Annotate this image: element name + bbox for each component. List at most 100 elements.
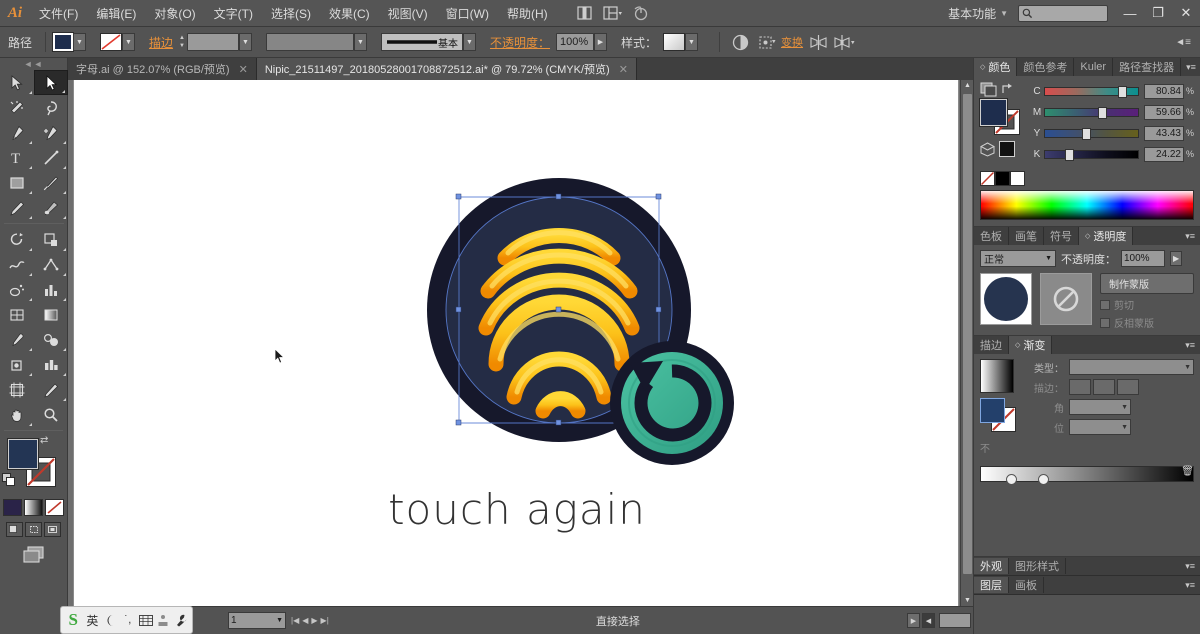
channel-thumb-k[interactable] [1064, 148, 1074, 161]
paintbrush-tool[interactable] [34, 170, 68, 195]
moon-icon[interactable] [102, 610, 118, 630]
magic-wand-tool[interactable] [0, 95, 34, 120]
color-mode-button[interactable] [3, 499, 22, 516]
first-artboard-icon[interactable]: |◀ [291, 616, 299, 625]
gradient-stop-1[interactable] [1006, 474, 1018, 485]
stroke-weight-dropdown-icon[interactable]: ▼ [238, 33, 252, 51]
transform-label[interactable]: 变换 [781, 32, 803, 52]
menu-window[interactable]: 窗口(W) [437, 1, 498, 26]
horizontal-scroll-arrows[interactable]: ▶ ◀ [907, 613, 935, 628]
fingerprint-illustration[interactable] [404, 165, 784, 485]
transform-icon[interactable] [755, 32, 777, 52]
keyboard-icon[interactable] [138, 610, 154, 630]
delete-stop-icon[interactable]: 🗑 [1181, 466, 1194, 477]
none-swatch[interactable] [980, 171, 995, 186]
stroke-weight-stepper[interactable]: ▲ ▼ [179, 34, 185, 50]
opacity-stepper-icon[interactable]: ▶ [1170, 251, 1183, 266]
bridge-icon[interactable] [573, 3, 597, 23]
stroke-color-control[interactable]: ▼ [100, 33, 142, 51]
artboard-tool[interactable] [0, 377, 34, 402]
artboard-navigation[interactable]: |◀ ◀ ▶ ▶| [291, 616, 329, 625]
artboard-number-field[interactable]: 1 ▼ [228, 612, 286, 629]
scroll-down-icon[interactable]: ▼ [964, 597, 971, 604]
channel-thumb-m[interactable] [1098, 106, 1107, 119]
hand-tool[interactable] [0, 402, 34, 427]
wrench-icon[interactable] [173, 610, 189, 630]
selection-tool[interactable] [0, 70, 34, 95]
stock-icon[interactable] [629, 3, 653, 23]
menu-help[interactable]: 帮助(H) [498, 1, 557, 26]
tab-layers[interactable]: 图层 [974, 577, 1009, 593]
symbol-sprayer-tool[interactable] [0, 277, 34, 302]
menu-file[interactable]: 文件(F) [30, 1, 87, 26]
channel-slider-m[interactable] [1044, 106, 1139, 119]
panel-menu-icon[interactable]: ▾≡ [1181, 58, 1200, 76]
menu-edit[interactable]: 编辑(E) [87, 1, 145, 26]
panel-menu-icon[interactable]: ▾≡ [1180, 580, 1200, 591]
swap-proxy-icon[interactable] [1000, 82, 1017, 97]
make-mask-button[interactable]: 制作蒙版 [1100, 273, 1194, 294]
minimize-button[interactable]: — [1116, 0, 1144, 26]
canvas-area[interactable]: touch again [68, 80, 973, 606]
tab-brushes[interactable]: 画笔 [1009, 227, 1044, 245]
tab-artboards[interactable]: 画板 [1009, 577, 1044, 593]
sogou-ime-toolbar[interactable]: S 英 ˙, [60, 606, 193, 634]
variable-width-profile-field[interactable] [265, 33, 354, 51]
chevron-down-icon[interactable]: ▼ [1000, 9, 1008, 18]
stroke-weight-field[interactable] [186, 33, 239, 51]
channel-value-m[interactable]: 59.66 [1144, 104, 1184, 120]
fill-swatch[interactable] [52, 32, 75, 52]
opacity-mask-icon[interactable] [729, 32, 751, 52]
color-channel-y[interactable]: Y 43.43 % [1030, 124, 1194, 142]
document-tab-1[interactable]: 字母.ai @ 152.07% (RGB/预览) ✕ [68, 58, 257, 80]
mask-thumbnail[interactable] [1040, 273, 1092, 325]
add-anchor-point-tool[interactable] [34, 120, 68, 145]
menu-select[interactable]: 选择(S) [262, 1, 320, 26]
artboard[interactable]: touch again [74, 80, 958, 606]
tab-gradient[interactable]: ◇ 渐变 [1009, 336, 1053, 354]
style-dropdown-icon[interactable]: ▼ [685, 33, 699, 51]
last-artboard-icon[interactable]: ▶| [321, 616, 329, 625]
scroll-right-icon[interactable]: ▶ [907, 613, 920, 628]
eyedropper-tool[interactable] [0, 327, 34, 352]
align-horizontal-icon[interactable] [807, 32, 829, 52]
brush-dropdown-icon[interactable]: ▼ [462, 33, 476, 51]
toolbar-grip[interactable]: ◄◄ [0, 58, 67, 70]
color-channel-c[interactable]: C 80.84 % [1030, 82, 1194, 100]
draw-behind-button[interactable] [25, 522, 42, 537]
channel-value-k[interactable]: 24.22 [1144, 146, 1184, 162]
none-mode-button[interactable] [45, 499, 64, 516]
slice-tool[interactable] [34, 377, 68, 402]
zoom-tool[interactable] [34, 402, 68, 427]
channel-value-c[interactable]: 80.84 [1144, 83, 1184, 99]
scroll-up-icon[interactable]: ▲ [964, 82, 971, 89]
gradient-mode-button[interactable] [24, 499, 43, 516]
opacity-dropdown-icon[interactable]: ▶ [594, 33, 607, 51]
brush-definition-field[interactable]: 基本 [380, 33, 463, 51]
chevron-down-icon[interactable]: ▼ [1045, 255, 1052, 262]
stroke-swatch[interactable] [100, 33, 123, 51]
toolbox-icon[interactable] [156, 610, 172, 630]
sogou-logo-icon[interactable]: S [64, 610, 83, 630]
gradient-fill-swatch[interactable] [980, 398, 1005, 423]
next-artboard-icon[interactable]: ▶ [311, 616, 317, 625]
horizontal-scroll-thumb[interactable] [939, 613, 971, 628]
opacity-field[interactable]: 100% [556, 33, 594, 51]
invert-mask-checkbox[interactable] [1100, 317, 1110, 328]
fill-dropdown-icon[interactable]: ▼ [73, 33, 87, 51]
close-icon[interactable]: ✕ [239, 63, 248, 76]
blob-brush-tool[interactable] [34, 195, 68, 220]
gradient-angle-field[interactable]: ▼ [1069, 399, 1131, 415]
channel-thumb-c[interactable] [1117, 85, 1127, 98]
scroll-left-icon[interactable]: ◀ [922, 613, 935, 628]
tab-stroke[interactable]: 描边 [974, 336, 1009, 354]
panel-menu-icon[interactable]: ▾≡ [1180, 336, 1200, 354]
channel-thumb-y[interactable] [1082, 127, 1092, 140]
white-swatch[interactable] [1010, 171, 1025, 186]
scale-tool[interactable] [34, 227, 68, 252]
color-channel-k[interactable]: K 24.22 % [1030, 145, 1194, 163]
panel-fill-swatch[interactable] [979, 98, 1008, 127]
punct-icon[interactable]: ˙, [120, 610, 136, 630]
color-channel-m[interactable]: M 59.66 % [1030, 103, 1194, 121]
pen-tool[interactable] [0, 120, 34, 145]
